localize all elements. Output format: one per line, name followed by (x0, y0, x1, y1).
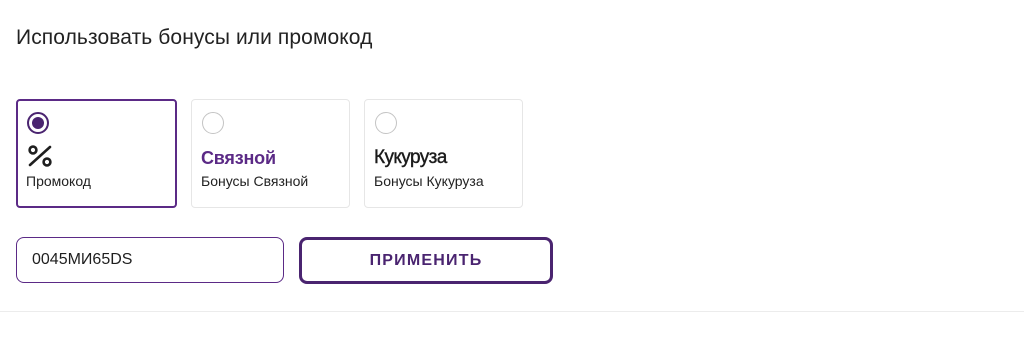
promo-code-input[interactable] (16, 237, 284, 283)
svyaznoy-logo: Связной (201, 148, 276, 168)
bonus-promo-section: Использовать бонусы или промокод Промоко… (0, 0, 1024, 338)
option-card-promocode[interactable]: Промокод (16, 99, 177, 208)
option-label-kukuruza: Бонусы Кукуруза (374, 173, 484, 189)
divider (0, 311, 1024, 312)
radio-button-selected[interactable] (27, 112, 49, 134)
radio-button[interactable] (202, 112, 224, 134)
percent-icon (28, 145, 52, 167)
radio-button[interactable] (375, 112, 397, 134)
option-card-kukuruza[interactable]: Кукуруза Бонусы Кукуруза (364, 99, 523, 208)
kukuruza-logo: Кукуруза (374, 147, 448, 168)
option-label-promocode: Промокод (26, 173, 91, 189)
option-label-svyaznoy: Бонусы Связной (201, 173, 309, 189)
radio-dot (32, 117, 44, 129)
option-card-svyaznoy[interactable]: Связной Бонусы Связной (191, 99, 350, 208)
section-title: Использовать бонусы или промокод (16, 26, 373, 49)
apply-button[interactable]: ПРИМЕНИТЬ (299, 237, 553, 284)
